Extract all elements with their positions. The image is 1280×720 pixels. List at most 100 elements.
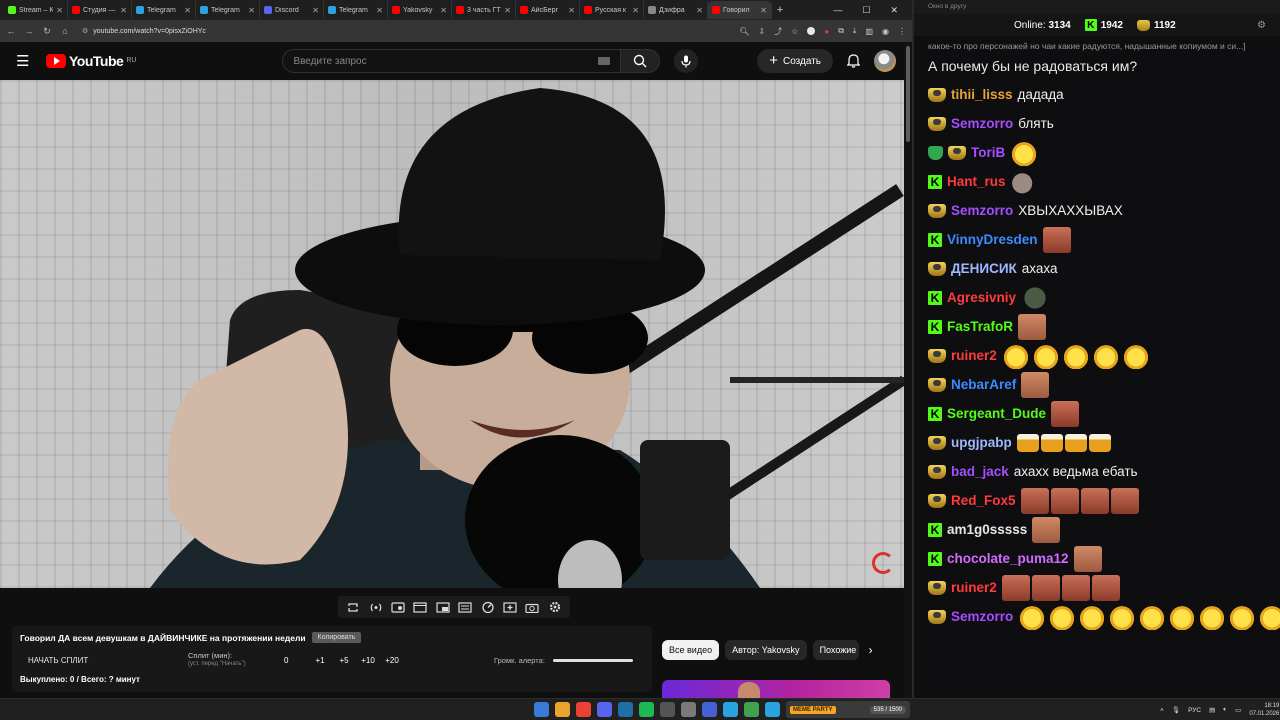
create-button[interactable]: + Создать: [757, 49, 833, 73]
chip-similar[interactable]: Похожие: [812, 640, 859, 660]
taskbar-app-icon[interactable]: [576, 702, 591, 717]
sidebar-icon[interactable]: ▥: [865, 27, 873, 36]
network-icon[interactable]: ▤: [1209, 706, 1215, 714]
chat-username[interactable]: VinnyDresden: [947, 232, 1038, 247]
tab-close-icon[interactable]: ✕: [760, 6, 767, 15]
chat-username[interactable]: Sergeant_Dude: [947, 406, 1046, 421]
chat-username[interactable]: ruiner2: [951, 580, 997, 595]
speed-gauge-icon[interactable]: [481, 601, 495, 613]
browser-tab[interactable]: Stream – K ✕: [4, 1, 68, 19]
tab-close-icon[interactable]: ✕: [568, 6, 575, 15]
chip-author[interactable]: Автор: Yakovsky: [725, 640, 807, 660]
taskbar-app-icon[interactable]: [660, 702, 675, 717]
taskbar-app-icon[interactable]: [765, 702, 780, 717]
bookmark-star-icon[interactable]: ☆: [791, 27, 798, 36]
taskbar-app-icon[interactable]: [597, 702, 612, 717]
start-split-button[interactable]: НАЧАТЬ СПЛИТ: [28, 656, 188, 665]
theater-icon[interactable]: [458, 601, 472, 613]
browser-tab[interactable]: Telegram ✕: [324, 1, 388, 19]
profile-dot-icon[interactable]: [807, 27, 816, 35]
browser-tab[interactable]: Дзифра ✕: [644, 1, 708, 19]
chip-all-videos[interactable]: Все видео: [662, 640, 720, 660]
chat-username[interactable]: Hant_rus: [947, 174, 1006, 189]
broadcast-icon[interactable]: [369, 601, 383, 613]
keyboard-icon[interactable]: [598, 57, 611, 65]
downloads-icon[interactable]: ⤓: [853, 26, 857, 36]
language-indicator[interactable]: РУС: [1188, 707, 1201, 714]
chat-username[interactable]: Semzorro: [951, 116, 1013, 131]
new-tab-button[interactable]: +: [772, 4, 788, 16]
reload-icon[interactable]: ↻: [42, 26, 52, 37]
menu-hamburger-icon[interactable]: ☰: [16, 52, 30, 70]
menu-kebab-icon[interactable]: ⋮: [898, 27, 906, 36]
browser-tab[interactable]: Telegram ✕: [196, 1, 260, 19]
tab-close-icon[interactable]: ✕: [504, 6, 511, 15]
youtube-logo[interactable]: YouTube RU: [46, 53, 136, 69]
notifications-bell-icon[interactable]: [847, 54, 860, 68]
mic-tray-icon[interactable]: 🎙︎: [1172, 706, 1180, 714]
chat-username[interactable]: chocolate_puma12: [947, 551, 1069, 566]
increment-5-button[interactable]: +5: [332, 656, 356, 665]
settings-gear-icon[interactable]: [548, 601, 562, 613]
tab-close-icon[interactable]: ✕: [696, 6, 703, 15]
chat-settings-icon[interactable]: ⚙: [1257, 20, 1266, 31]
battery-icon[interactable]: ▭: [1235, 706, 1241, 714]
tab-close-icon[interactable]: ✕: [248, 6, 255, 15]
extensions-puzzle-icon[interactable]: ⧉: [838, 26, 844, 36]
chat-username[interactable]: NebarAref: [951, 377, 1016, 392]
volume-icon[interactable]: 🔈︎: [1223, 706, 1227, 714]
taskbar-app-icon[interactable]: [639, 702, 654, 717]
screenshot-view-icon[interactable]: [391, 601, 405, 613]
browser-tab[interactable]: Русская к ✕: [580, 1, 644, 19]
video-player[interactable]: [0, 80, 904, 588]
back-icon[interactable]: ←: [6, 26, 16, 36]
tab-close-icon[interactable]: ✕: [440, 6, 447, 15]
browser-tab[interactable]: 3 часть ГТ ✕: [452, 1, 516, 19]
chat-username[interactable]: FasTrafoR: [947, 319, 1013, 334]
chevron-right-icon[interactable]: ›: [869, 643, 873, 657]
chat-username[interactable]: ToriB: [971, 145, 1005, 160]
taskbar-app-icon[interactable]: [555, 702, 570, 717]
chat-username[interactable]: upgjpabp: [951, 435, 1012, 450]
tray-chevron-icon[interactable]: ˄: [1160, 707, 1164, 714]
page-scrollbar[interactable]: [904, 42, 912, 698]
close-window-icon[interactable]: ✕: [890, 5, 898, 16]
copy-button[interactable]: Копировать: [311, 632, 362, 643]
chat-username[interactable]: ДЕНИСИК: [951, 261, 1017, 276]
chat-username[interactable]: Semzorro: [951, 203, 1013, 218]
browser-tab[interactable]: АйсБерг ✕: [516, 1, 580, 19]
browser-tab[interactable]: Telegram ✕: [132, 1, 196, 19]
share-icon[interactable]: ⤴: [774, 26, 782, 37]
tab-close-icon[interactable]: ✕: [56, 6, 63, 15]
maximize-icon[interactable]: ☐: [862, 5, 870, 16]
chat-username[interactable]: ruiner2: [951, 348, 997, 363]
chat-username[interactable]: am1g0sssss: [947, 522, 1027, 537]
film-icon[interactable]: [413, 601, 427, 613]
account-icon[interactable]: ◉: [882, 27, 889, 36]
tab-close-icon[interactable]: ✕: [184, 6, 191, 15]
home-icon[interactable]: ⌂: [60, 26, 70, 36]
browser-tab[interactable]: Discord ✕: [260, 1, 324, 19]
related-video-thumbnail[interactable]: [662, 680, 890, 698]
split-minutes-value[interactable]: 0: [278, 656, 308, 665]
browser-tab[interactable]: Yakovsky ✕: [388, 1, 452, 19]
loop-icon[interactable]: [346, 601, 360, 613]
increment-1-button[interactable]: +1: [308, 656, 332, 665]
mini-player-icon[interactable]: [436, 601, 450, 613]
tab-close-icon[interactable]: ✕: [312, 6, 319, 15]
increment-10-button[interactable]: +10: [356, 656, 380, 665]
search-button[interactable]: [620, 49, 661, 73]
tab-close-icon[interactable]: ✕: [376, 6, 383, 15]
search-input[interactable]: Введите запрос: [282, 49, 621, 73]
tab-close-icon[interactable]: ✕: [120, 6, 127, 15]
url-field[interactable]: ⚙ youtube.com/watch?v=0pisxZiOHYc: [78, 23, 731, 39]
forward-icon[interactable]: →: [24, 26, 34, 36]
install-icon[interactable]: ⇩: [758, 27, 765, 36]
meme-party-widget[interactable]: MEME PARTY 535 / 1500: [786, 701, 910, 718]
account-avatar[interactable]: [874, 50, 896, 72]
taskbar-app-icon[interactable]: [702, 702, 717, 717]
scrollbar-thumb[interactable]: [906, 46, 910, 142]
start-windows-icon[interactable]: [534, 702, 549, 717]
extension-icon[interactable]: ●: [824, 27, 829, 36]
chat-username[interactable]: Agresivniy: [947, 290, 1016, 305]
